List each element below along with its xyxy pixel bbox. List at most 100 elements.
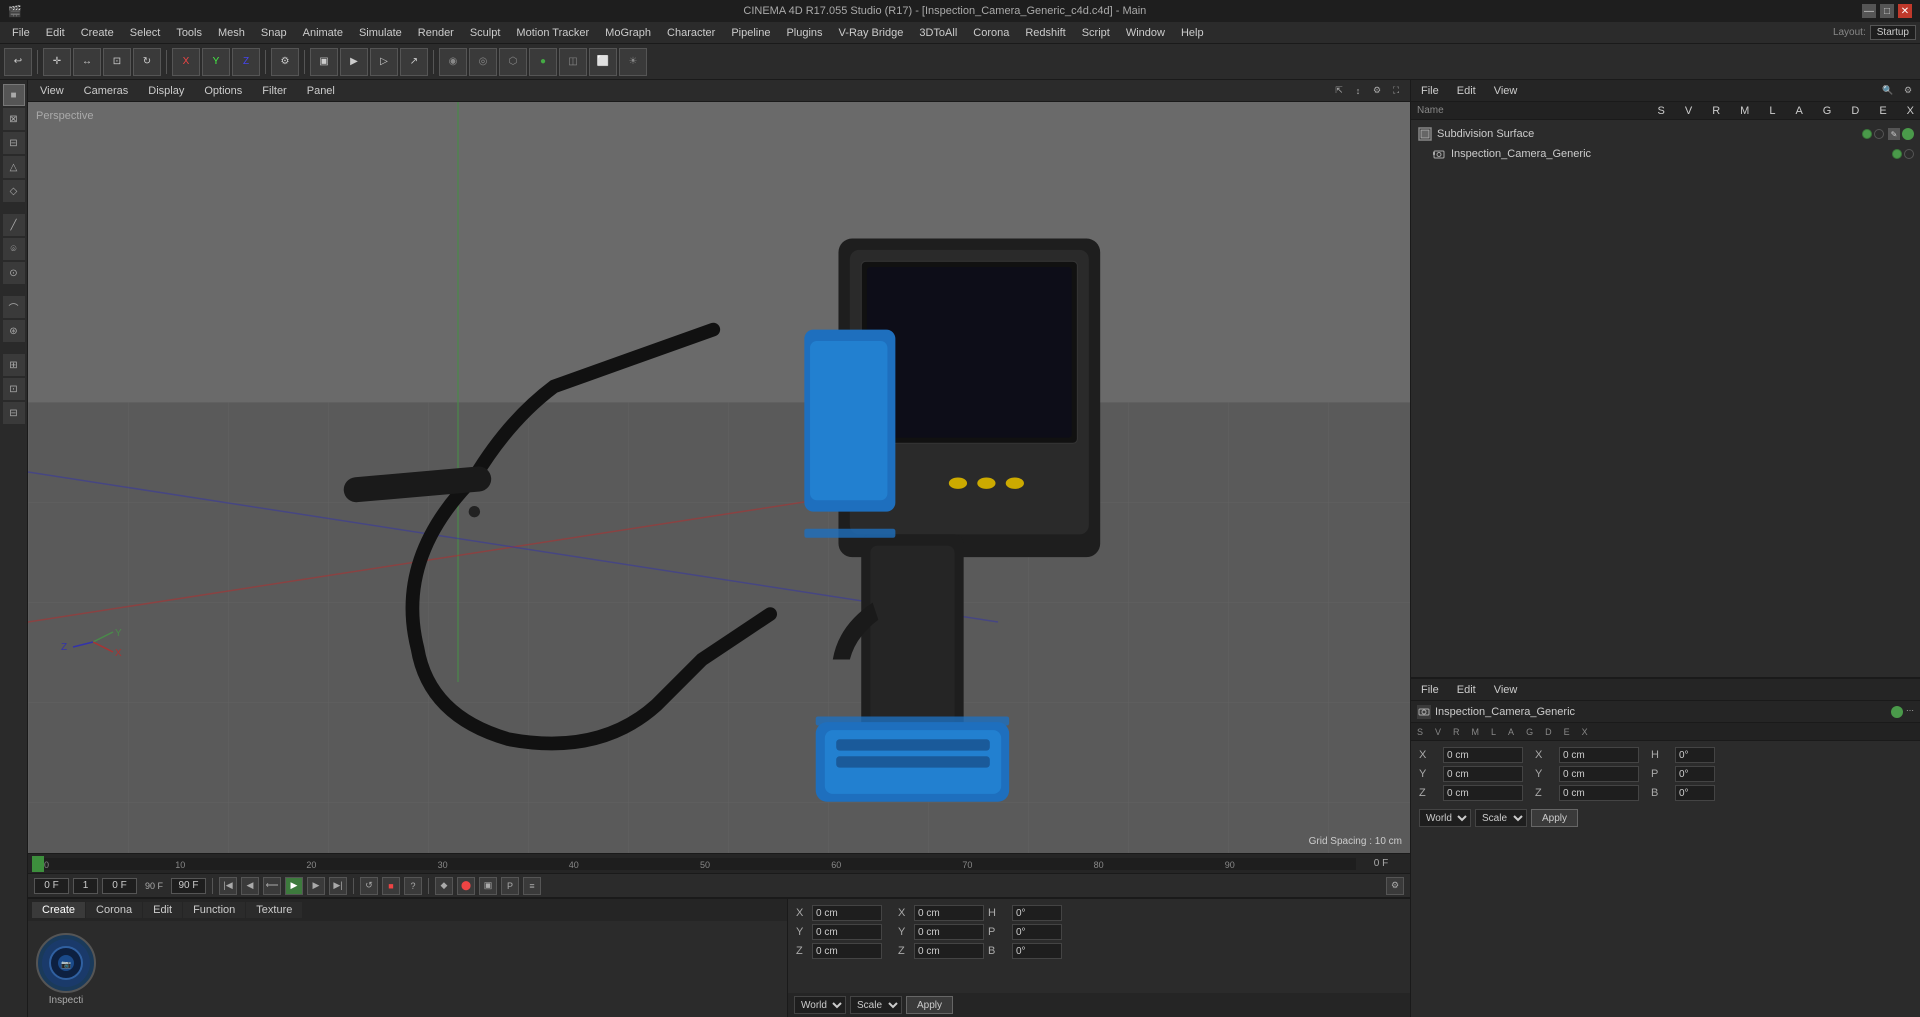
sidebar-tool5[interactable]: ╱ [3, 214, 25, 236]
keyframe-btn[interactable]: ◆ [435, 877, 453, 895]
play-reverse-btn[interactable]: ⟵ [263, 877, 281, 895]
viewport-canvas[interactable]: Y X Z [28, 102, 1410, 853]
menu-redshift[interactable]: Redshift [1017, 25, 1073, 41]
tree-item-camera[interactable]: Inspection_Camera_Generic [1411, 144, 1920, 164]
viewport-menu-options[interactable]: Options [198, 83, 248, 99]
apply-button[interactable]: Apply [906, 996, 953, 1014]
camera-dot-1[interactable] [1892, 149, 1902, 159]
tab-create[interactable]: Create [32, 902, 85, 918]
menu-sculpt[interactable]: Sculpt [462, 25, 509, 41]
rotate-button[interactable]: ↻ [133, 48, 161, 76]
coord-z-pos[interactable] [812, 943, 882, 959]
vp-move-icon[interactable]: ⇱ [1331, 83, 1347, 99]
tool6[interactable]: ⬜ [589, 48, 617, 76]
sidebar-tool4[interactable]: ◇ [3, 180, 25, 202]
attr-z-input[interactable] [1443, 785, 1523, 801]
stop-btn[interactable]: ■ [382, 877, 400, 895]
frame-end-input[interactable] [171, 878, 206, 894]
tab-texture[interactable]: Texture [246, 902, 302, 918]
menu-tools[interactable]: Tools [168, 25, 210, 41]
coord-z-rot[interactable] [914, 943, 984, 959]
timeline-track[interactable]: 0 10 20 30 40 50 60 70 80 90 [44, 858, 1356, 870]
viewport-menu-cameras[interactable]: Cameras [78, 83, 135, 99]
material-thumbnail[interactable]: 📷 [36, 933, 96, 993]
viewport-menu-view[interactable]: View [34, 83, 70, 99]
tab-edit[interactable]: Edit [143, 902, 182, 918]
attr-tab-file[interactable]: File [1415, 682, 1445, 698]
tab-corona[interactable]: Corona [86, 902, 142, 918]
camera-dot-2[interactable] [1904, 149, 1914, 159]
menu-script[interactable]: Script [1074, 25, 1118, 41]
tool5[interactable]: ◫ [559, 48, 587, 76]
vp-rotate-icon[interactable]: ↕ [1350, 83, 1366, 99]
obj-key-btn[interactable]: ▣ [479, 877, 497, 895]
sidebar-tool8[interactable]: ⌒ [3, 296, 25, 318]
coord-y-rot[interactable] [914, 924, 984, 940]
prev-frame-btn[interactable]: ◀ [241, 877, 259, 895]
live-select-button[interactable]: ✛ [43, 48, 71, 76]
attr-p-input[interactable] [1675, 766, 1715, 782]
menu-snap[interactable]: Snap [253, 25, 295, 41]
sidebar-tool6[interactable]: ⌾ [3, 238, 25, 260]
tool3[interactable]: ⬡ [499, 48, 527, 76]
attr-h-input[interactable] [1675, 747, 1715, 763]
attr-y2-input[interactable] [1559, 766, 1639, 782]
attr-scale-dropdown[interactable]: Scale [1475, 809, 1527, 827]
right-tab-edit-obj[interactable]: Edit [1451, 83, 1482, 99]
menu-vray[interactable]: V-Ray Bridge [831, 25, 912, 41]
sidebar-tool10[interactable]: ⊞ [3, 354, 25, 376]
sidebar-uv-mode[interactable]: ⊟ [3, 132, 25, 154]
viewport-menu-filter[interactable]: Filter [256, 83, 292, 99]
subdiv-edit-icon[interactable]: ✎ [1888, 128, 1900, 140]
menu-select[interactable]: Select [122, 25, 169, 41]
sidebar-tool3[interactable]: △ [3, 156, 25, 178]
subdiv-dot-2[interactable] [1874, 129, 1884, 139]
attr-y-input[interactable] [1443, 766, 1523, 782]
coord-y-pos[interactable] [812, 924, 882, 940]
viewport-menu-display[interactable]: Display [142, 83, 190, 99]
pos-key-btn[interactable]: P [501, 877, 519, 895]
menu-file[interactable]: File [4, 25, 38, 41]
attr-world-dropdown[interactable]: World [1419, 809, 1471, 827]
render-to-po-btn[interactable]: ▶ [340, 48, 368, 76]
menu-window[interactable]: Window [1118, 25, 1173, 41]
sidebar-tool12[interactable]: ⊟ [3, 402, 25, 424]
menu-mesh[interactable]: Mesh [210, 25, 253, 41]
attr-z2-input[interactable] [1559, 785, 1639, 801]
frame-start-input[interactable] [34, 878, 69, 894]
menu-simulate[interactable]: Simulate [351, 25, 410, 41]
pb-more[interactable]: ≡ [523, 877, 541, 895]
menu-edit[interactable]: Edit [38, 25, 73, 41]
menu-motion-tracker[interactable]: Motion Tracker [508, 25, 597, 41]
attr-x2-input[interactable] [1559, 747, 1639, 763]
viewport-menu-panel[interactable]: Panel [301, 83, 341, 99]
z-axis-btn[interactable]: Z [232, 48, 260, 76]
tool1[interactable]: ◉ [439, 48, 467, 76]
maximize-button[interactable]: □ [1880, 4, 1894, 18]
menu-character[interactable]: Character [659, 25, 723, 41]
y-axis-btn[interactable]: Y [202, 48, 230, 76]
right-tab-view[interactable]: View [1488, 83, 1524, 99]
sidebar-model-mode[interactable]: ■ [3, 84, 25, 106]
attr-x-input[interactable] [1443, 747, 1523, 763]
undo-button[interactable]: ↩ [4, 48, 32, 76]
rh-settings-icon[interactable]: ⚙ [1900, 83, 1916, 99]
goto-end-btn[interactable]: ▶| [329, 877, 347, 895]
close-button[interactable]: ✕ [1898, 4, 1912, 18]
minimize-button[interactable]: — [1862, 4, 1876, 18]
vp-fullscreen-icon[interactable]: ⛶ [1388, 83, 1404, 99]
tool4[interactable]: ● [529, 48, 557, 76]
coord-x-pos[interactable] [812, 905, 882, 921]
menu-help[interactable]: Help [1173, 25, 1212, 41]
menu-3dtoall[interactable]: 3DToAll [911, 25, 965, 41]
attr-b-input[interactable] [1675, 785, 1715, 801]
pb-settings[interactable]: ⚙ [1386, 877, 1404, 895]
menu-render[interactable]: Render [410, 25, 462, 41]
frame-current-input[interactable] [73, 878, 98, 894]
menu-plugins[interactable]: Plugins [778, 25, 830, 41]
goto-start-btn[interactable]: |◀ [219, 877, 237, 895]
layout-dropdown[interactable]: Startup [1870, 25, 1916, 40]
right-tab-file[interactable]: File [1415, 83, 1445, 99]
scale-button[interactable]: ⊡ [103, 48, 131, 76]
sidebar-tool11[interactable]: ⊡ [3, 378, 25, 400]
